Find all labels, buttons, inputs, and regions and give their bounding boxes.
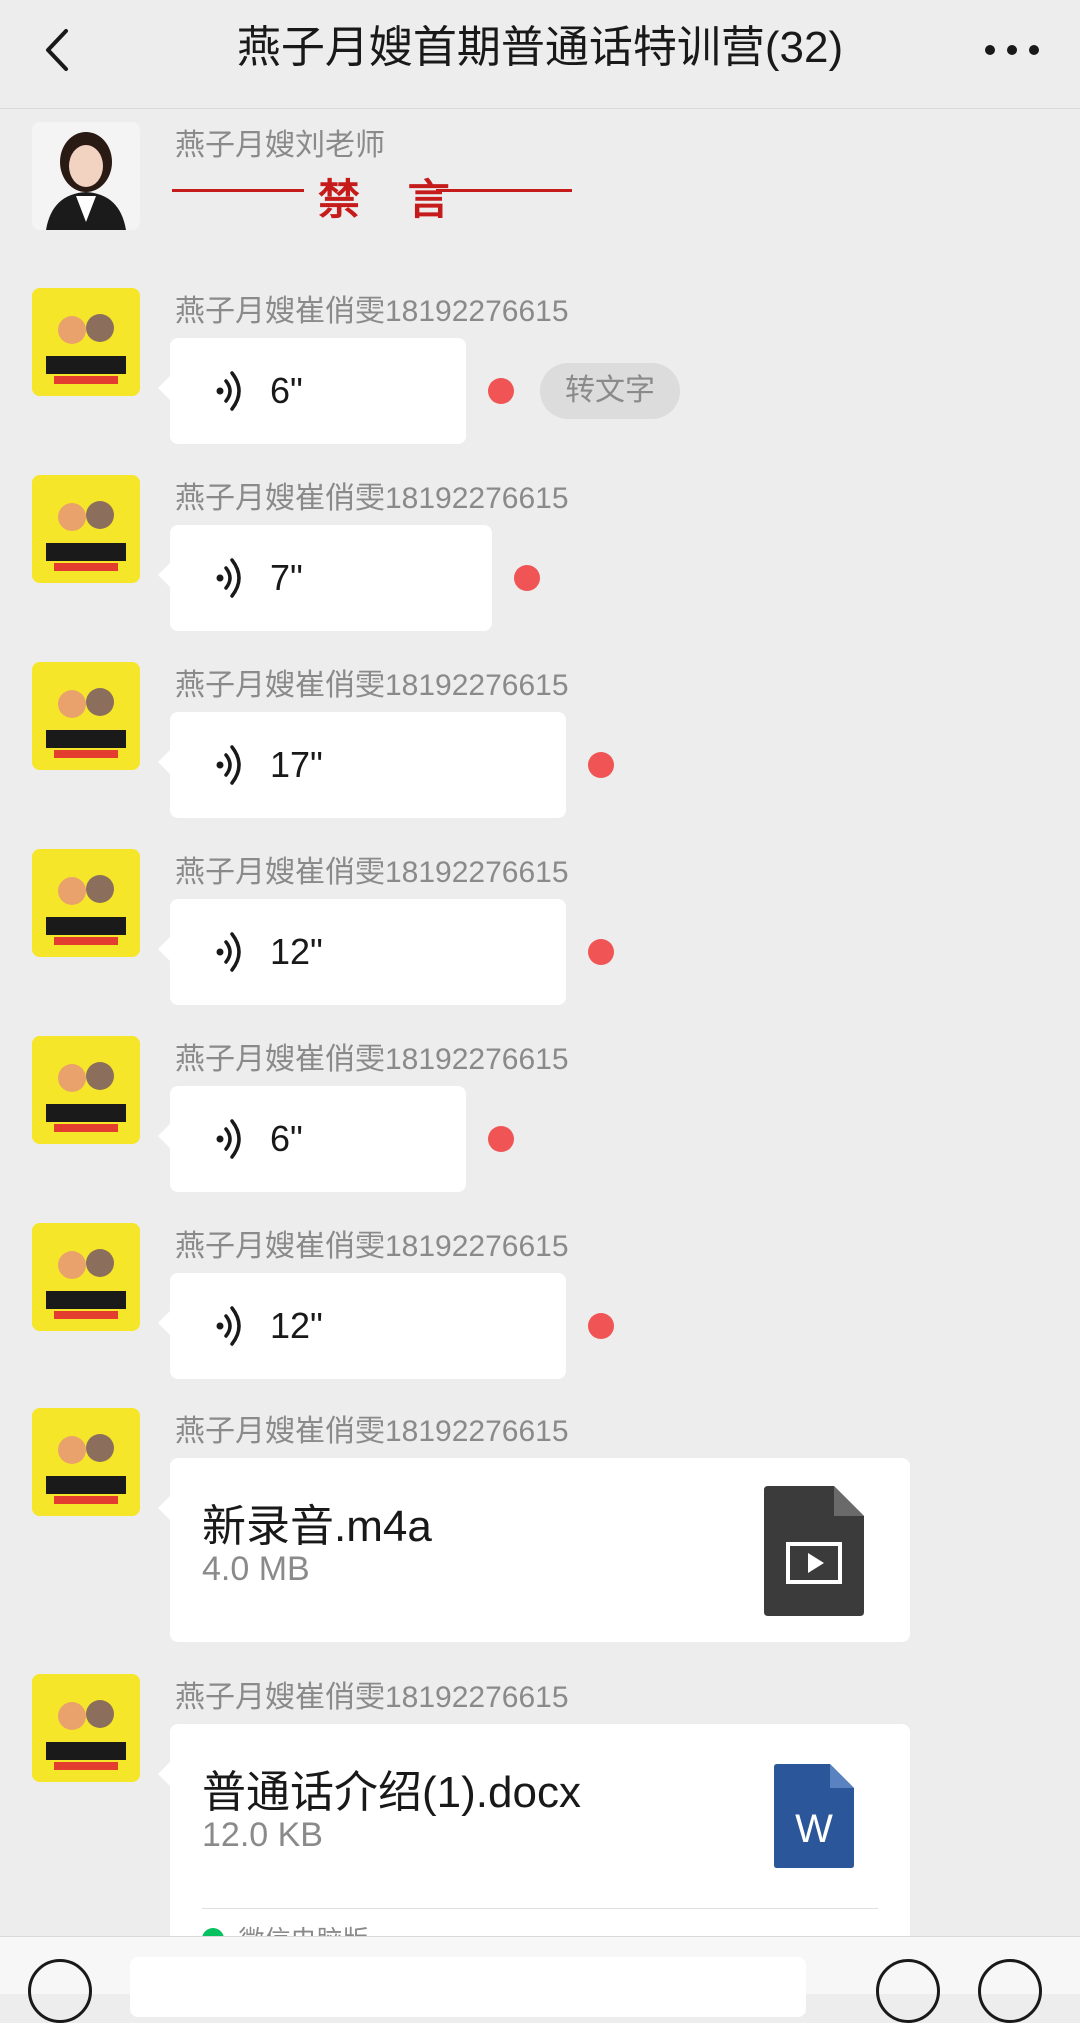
voice-wave-icon [216,558,241,598]
voice-message: 燕子月嫂崔俏雯18192276615 12" [0,1223,1080,1383]
brand-logo-icon [32,1408,140,1516]
unread-dot [588,1313,614,1339]
unread-dot [514,565,540,591]
sender-name: 燕子月嫂崔俏雯18192276615 [175,1681,569,1714]
voice-wave-icon [216,1306,241,1346]
sender-name: 燕子月嫂崔俏雯18192276615 [175,1230,569,1263]
emoji-button[interactable] [876,1959,940,2023]
voice-duration: 12" [270,1305,323,1346]
unread-dot [488,378,514,404]
brand-logo-icon [32,288,140,396]
voice-duration: 6" [270,370,303,411]
sender-name: 燕子月嫂崔俏雯18192276615 [175,856,569,889]
brand-logo-icon [32,662,140,770]
sender-avatar[interactable] [32,849,140,957]
voice-wave-icon [216,1119,241,1159]
voice-message: 燕子月嫂崔俏雯18192276615 6" 转文字 [0,288,1080,448]
transcribe-button[interactable]: 转文字 [540,363,680,419]
voice-bubble[interactable]: 7" [158,525,492,631]
voice-message: 燕子月嫂崔俏雯18192276615 7" [0,475,1080,635]
divider-left [172,189,304,192]
voice-bubble[interactable]: 12" [158,899,566,1005]
file-name: 新录音.m4a [202,1502,432,1551]
mute-status-label: 禁 言 [318,176,468,223]
voice-duration: 6" [270,1118,303,1159]
sender-avatar[interactable] [32,662,140,770]
sender-name: 燕子月嫂崔俏雯18192276615 [175,295,569,328]
add-button[interactable] [978,1959,1042,2023]
chevron-left-icon [46,29,68,71]
input-bar [0,1936,1080,2023]
unread-dot [588,752,614,778]
sender-name: 燕子月嫂崔俏雯18192276615 [175,1043,569,1076]
sender-name: 燕子月嫂崔俏雯18192276615 [175,669,569,702]
unread-dot [488,1126,514,1152]
voice-toggle-button[interactable] [28,1959,92,2023]
more-options-button[interactable] [972,20,1052,80]
word-file-icon: W [774,1764,854,1868]
file-message: 燕子月嫂崔俏雯18192276615 普通话介绍(1).docx 12.0 KB… [0,1674,1080,1964]
brand-logo-icon [32,1674,140,1782]
divider-right [436,189,572,192]
video-file-icon [764,1486,864,1616]
word-letter: W [795,1807,833,1851]
brand-logo-icon [32,475,140,583]
teacher-avatar[interactable] [32,122,140,230]
teacher-message: 燕子月嫂刘老师 禁 言 [0,122,1080,232]
file-size: 12.0 KB [202,1816,323,1854]
file-bubble[interactable]: 新录音.m4a 4.0 MB [158,1458,910,1642]
brand-logo-icon [32,849,140,957]
sender-avatar[interactable] [32,475,140,583]
file-name: 普通话介绍(1).docx [202,1768,581,1817]
voice-wave-icon [216,745,241,785]
chat-title: 燕子月嫂首期普通话特训营(32) [236,23,844,72]
file-message: 燕子月嫂崔俏雯18192276615 新录音.m4a 4.0 MB [0,1408,1080,1648]
voice-wave-icon [216,932,241,972]
sender-avatar[interactable] [32,1036,140,1144]
person-photo-icon [32,122,140,230]
unread-dot [588,939,614,965]
sender-name: 燕子月嫂刘老师 [175,129,385,162]
voice-bubble[interactable]: 6" [158,1086,466,1192]
more-dots-icon [985,45,1039,55]
voice-message: 燕子月嫂崔俏雯18192276615 17" [0,662,1080,822]
sender-avatar[interactable] [32,1223,140,1331]
file-size: 4.0 MB [202,1550,310,1588]
message-input[interactable] [130,1957,806,2017]
sender-avatar[interactable] [32,1674,140,1782]
voice-bubble[interactable]: 12" [158,1273,566,1379]
voice-bubble[interactable]: 17" [158,712,566,818]
sender-name: 燕子月嫂崔俏雯18192276615 [175,482,569,515]
sender-name: 燕子月嫂崔俏雯18192276615 [175,1415,569,1448]
voice-wave-icon [216,371,241,411]
sender-avatar[interactable] [32,1408,140,1516]
voice-duration: 17" [270,744,323,785]
voice-bubble[interactable]: 6" [158,338,466,444]
voice-duration: 7" [270,557,303,598]
brand-logo-icon [32,1223,140,1331]
top-bar: 燕子月嫂首期普通话特训营(32) [0,0,1080,109]
bubble-divider [202,1908,878,1909]
voice-message: 燕子月嫂崔俏雯18192276615 6" [0,1036,1080,1196]
sender-avatar[interactable] [32,288,140,396]
back-button[interactable] [28,20,88,80]
file-bubble[interactable]: 普通话介绍(1).docx 12.0 KB W 微信电脑版 [158,1724,910,1964]
brand-logo-icon [32,1036,140,1144]
voice-message: 燕子月嫂崔俏雯18192276615 12" [0,849,1080,1009]
voice-duration: 12" [270,931,323,972]
